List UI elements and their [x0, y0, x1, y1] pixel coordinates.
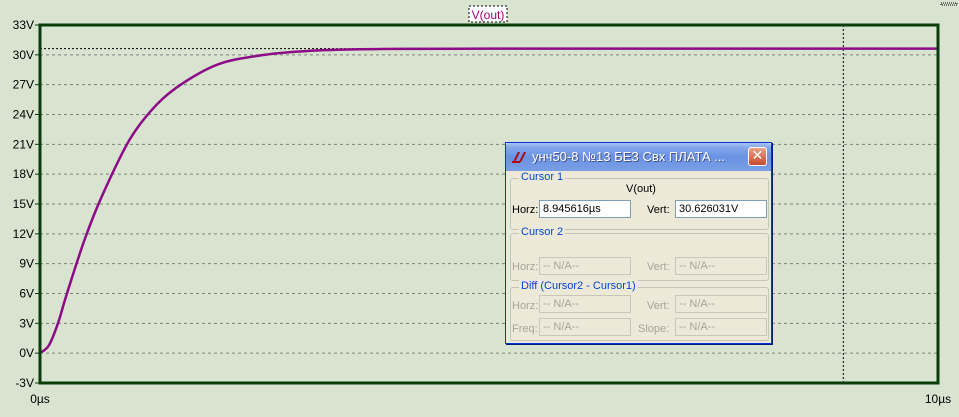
y-tick-label: 6V: [19, 287, 34, 301]
diff-horz-label: Horz:: [512, 300, 539, 312]
x-tick-label: 0µs: [30, 392, 50, 406]
diff-legend: Diff (Cursor2 - Cursor1): [519, 280, 638, 292]
cursor2-horz-label: Horz:: [512, 261, 539, 273]
cursor2-legend: Cursor 2: [519, 226, 566, 238]
cursor1-horz-input[interactable]: [539, 200, 631, 218]
y-tick-label: 12V: [13, 227, 34, 241]
diff-horz-input[interactable]: [539, 295, 631, 313]
dialog-title: унч50-8 №13 БЕЗ Свх ПЛАТА ...: [532, 149, 726, 164]
y-tick-label: -3V: [15, 376, 34, 390]
cursor1-trace-name: V(out): [626, 183, 656, 195]
diff-freq-label: Freq:: [512, 323, 538, 335]
cursor2-vert-input[interactable]: [675, 257, 767, 275]
trace-name-text: V(out): [472, 8, 505, 22]
cursor1-horz-label: Horz:: [512, 204, 539, 216]
cursor-dialog[interactable]: унч50-8 №13 БЕЗ Свх ПЛАТА ... ✕ Cursor 1…: [505, 142, 772, 344]
x-tick-label: 10µs: [925, 392, 951, 406]
cursor1-vert-input[interactable]: [675, 200, 767, 218]
ltspice-app-icon: [512, 152, 526, 163]
cursor1-legend: Cursor 1: [519, 171, 566, 183]
cursor2-vert-label: Vert:: [647, 261, 670, 273]
diff-vert-label: Vert:: [647, 300, 670, 312]
y-tick-label: 33V: [13, 18, 34, 32]
y-tick-label: 9V: [19, 257, 34, 271]
y-tick-label: 24V: [13, 108, 34, 122]
trace-name-label[interactable]: V(out): [468, 5, 508, 23]
diff-slope-input[interactable]: [675, 318, 767, 336]
y-tick-label: 21V: [13, 137, 34, 151]
close-icon[interactable]: ✕: [748, 147, 767, 166]
cursor1-vert-label: Vert:: [647, 204, 670, 216]
y-tick-label: 3V: [19, 316, 34, 330]
y-tick-label: 0V: [19, 346, 34, 360]
y-tick-label: 18V: [13, 167, 34, 181]
diff-slope-label: Slope:: [638, 323, 670, 335]
plot-background: [0, 0, 959, 417]
diff-freq-input[interactable]: [539, 318, 631, 336]
y-tick-label: 30V: [13, 48, 34, 62]
diff-vert-input[interactable]: [675, 295, 767, 313]
waveform-plot[interactable]: 33V 30V 27V 24V 21V 18V 15V 12V 9V 6V 3V 0V -3V 0µs 1…: [0, 0, 959, 417]
cursor2-horz-input[interactable]: [539, 257, 631, 275]
dialog-titlebar[interactable]: унч50-8 №13 БЕЗ Свх ПЛАТА ... ✕: [506, 143, 771, 171]
y-tick-label: 15V: [13, 197, 34, 211]
y-tick-label: 27V: [13, 78, 34, 92]
